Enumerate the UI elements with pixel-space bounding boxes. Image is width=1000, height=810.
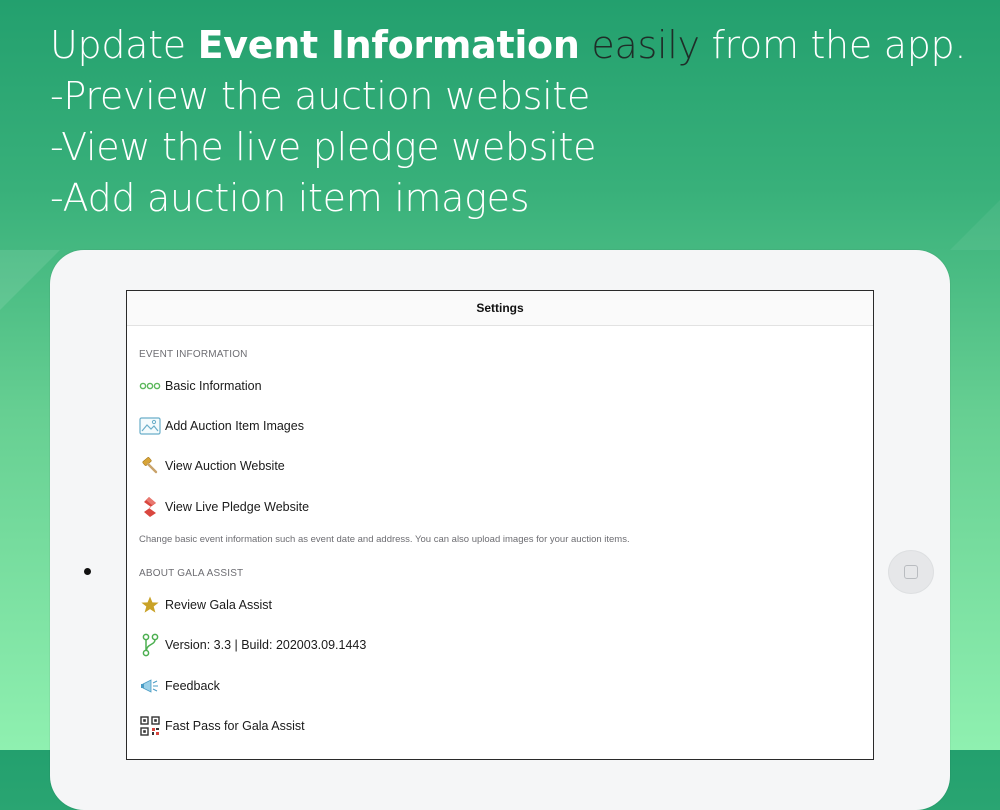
branch-icon — [139, 633, 161, 657]
headline-bold: Event Information — [197, 23, 580, 67]
row-label: Review Gala Assist — [165, 598, 272, 612]
row-label: View Live Pledge Website — [165, 500, 310, 514]
row-add-auction-item-images[interactable]: Add Auction Item Images — [139, 414, 304, 438]
row-review-gala-assist[interactable]: Review Gala Assist — [139, 593, 272, 617]
row-label: Basic Information — [165, 379, 262, 393]
settings-screen: Settings EVENT INFORMATION Basic Informa… — [126, 290, 874, 760]
pledge-logo-icon — [139, 496, 161, 518]
megaphone-icon — [139, 675, 161, 697]
settings-title: Settings — [476, 301, 524, 315]
row-version[interactable]: Version: 3.3 | Build: 202003.09.1443 — [139, 633, 366, 657]
row-basic-information[interactable]: Basic Information — [139, 374, 262, 398]
headline-line-1: Update Event Information easily from the… — [50, 20, 966, 71]
tablet-camera — [84, 568, 91, 575]
home-square-icon — [904, 565, 918, 579]
row-fast-pass[interactable]: Fast Pass for Gala Assist — [139, 714, 305, 738]
event-section-footer: Change basic event information such as e… — [139, 534, 630, 545]
section-header-about-gala-assist: ABOUT GALA ASSIST — [139, 568, 244, 579]
headline-line-4: -Add auction item images — [50, 176, 530, 220]
row-label: Version: 3.3 | Build: 202003.09.1443 — [165, 638, 367, 652]
ellipsis-circles-icon — [139, 375, 161, 397]
row-label: Add Auction Item Images — [165, 419, 304, 433]
headline-suffix: from the app. — [699, 23, 967, 67]
promo-headline: Update Event Information easily from the… — [50, 20, 966, 224]
headline-line-2: -Preview the auction website — [50, 74, 591, 118]
headline-dark: easily — [579, 23, 700, 67]
row-view-auction-website[interactable]: View Auction Website — [139, 454, 285, 478]
row-view-live-pledge-website[interactable]: View Live Pledge Website — [139, 495, 309, 519]
image-icon — [139, 415, 161, 437]
gavel-icon — [139, 455, 161, 477]
tablet-home-button[interactable] — [888, 550, 934, 594]
qr-code-icon — [139, 715, 161, 737]
headline-line-3: -View the live pledge website — [50, 125, 597, 169]
headline-prefix: Update — [50, 23, 198, 67]
section-header-event-information: EVENT INFORMATION — [139, 349, 248, 360]
star-icon — [139, 594, 161, 616]
row-label: Fast Pass for Gala Assist — [165, 719, 305, 733]
row-label: Feedback — [165, 679, 220, 693]
navigation-bar: Settings — [127, 291, 873, 326]
row-label: View Auction Website — [165, 459, 285, 473]
row-feedback[interactable]: Feedback — [139, 674, 220, 698]
